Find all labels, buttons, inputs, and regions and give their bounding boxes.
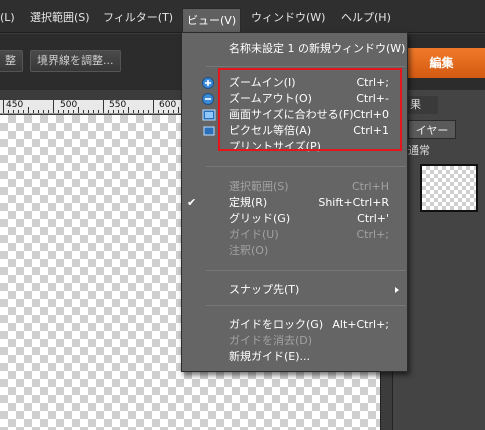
ruler-tick — [138, 110, 139, 113]
actual-pixels-icon — [202, 125, 215, 137]
menu-separator — [206, 270, 406, 271]
ruler-mark: 450 — [6, 100, 24, 110]
ruler-tick — [28, 107, 29, 113]
menu-selection[interactable]: 選択範囲(S) Ctrl+H — [182, 179, 407, 195]
ruler-tick — [18, 110, 19, 113]
ruler-tick — [133, 110, 134, 113]
menu-snap-to[interactable]: スナップ先(T) — [182, 282, 407, 298]
ruler-tick — [128, 107, 129, 113]
menu-separator — [206, 66, 406, 67]
adjust-border-button[interactable]: 境界線を調整... — [30, 50, 121, 72]
zoom-out-icon — [202, 93, 214, 105]
ruler-tick — [168, 110, 169, 113]
ruler-tick — [98, 110, 99, 113]
menu-annotations[interactable]: 注釈(O) — [182, 243, 407, 259]
ruler-tick — [3, 100, 4, 113]
layer-thumbnail[interactable] — [420, 164, 478, 212]
ruler-tick — [118, 110, 119, 113]
menu-new-guide[interactable]: 新規ガイド(E)... — [182, 349, 407, 365]
ruler-tick — [33, 110, 34, 113]
menu-item-view[interactable]: ビュー(V) — [182, 8, 242, 32]
ruler-tick — [123, 110, 124, 113]
menu-separator — [206, 166, 406, 167]
zoom-in-icon — [202, 77, 214, 89]
ruler-mark: 500 — [60, 100, 78, 110]
menu-lock-guides[interactable]: ガイドをロック(G) Alt+Ctrl+; — [182, 317, 407, 333]
blend-mode-label[interactable]: 通常 — [408, 142, 430, 158]
options-left-button[interactable]: 整 — [0, 50, 23, 72]
ruler-tick — [178, 107, 179, 113]
menu-grid[interactable]: グリッド(G) Ctrl+' — [182, 211, 407, 227]
ruler-tick — [8, 110, 9, 113]
menu-rulers[interactable]: ✔ 定規(R) Shift+Ctrl+R — [182, 195, 407, 211]
ruler-tick — [53, 100, 54, 113]
ruler-tick — [63, 110, 64, 113]
ruler-tick — [153, 100, 154, 113]
menu-item-help[interactable]: ヘルプ(H) — [341, 9, 391, 27]
tab-effects[interactable]: 果 — [408, 96, 438, 114]
ruler-tick — [83, 110, 84, 113]
ruler-tick — [103, 100, 104, 113]
ruler-tick — [88, 110, 89, 113]
fit-screen-icon — [202, 109, 216, 121]
ruler-tick — [68, 110, 69, 113]
menu-bar: (L) 選択範囲(S) フィルター(T) ビュー(V) ウィンドウ(W) ヘルプ… — [0, 0, 485, 33]
submenu-arrow-icon — [395, 287, 399, 293]
ruler-mark: 600 — [159, 100, 177, 110]
ruler-tick — [13, 110, 14, 113]
ruler-tick — [173, 110, 174, 113]
menu-new-window[interactable]: 名称未設定 1 の新規ウィンドウ(W) — [182, 41, 407, 57]
menu-item-filter[interactable]: フィルター(T) — [103, 9, 173, 27]
ruler-tick — [73, 110, 74, 113]
ruler-tick — [58, 110, 59, 113]
menu-item-unknown[interactable]: (L) — [0, 9, 15, 27]
highlight-box — [218, 68, 402, 151]
ruler-tick — [38, 110, 39, 113]
menu-guides[interactable]: ガイド(U) Ctrl+; — [182, 227, 407, 243]
menu-item-select[interactable]: 選択範囲(S) — [30, 9, 90, 27]
menu-separator — [206, 305, 406, 306]
ruler-mark: 550 — [109, 100, 127, 110]
ruler-tick — [48, 110, 49, 113]
ruler-tick — [23, 110, 24, 113]
ruler-tick — [158, 110, 159, 113]
ruler-tick — [93, 110, 94, 113]
menu-clear-guides[interactable]: ガイドを消去(D) — [182, 333, 407, 349]
menu-item-window[interactable]: ウィンドウ(W) — [251, 9, 325, 27]
ruler-tick — [43, 110, 44, 113]
checkmark-icon: ✔ — [187, 196, 197, 209]
tab-layers[interactable]: イヤー — [408, 120, 456, 139]
ruler-tick — [163, 110, 164, 113]
ruler-tick — [143, 110, 144, 113]
ruler-tick — [148, 110, 149, 113]
edit-mode-tab[interactable]: 編集 — [398, 48, 485, 78]
ruler-tick — [78, 107, 79, 113]
ruler-tick — [108, 110, 109, 113]
ruler-tick — [113, 110, 114, 113]
